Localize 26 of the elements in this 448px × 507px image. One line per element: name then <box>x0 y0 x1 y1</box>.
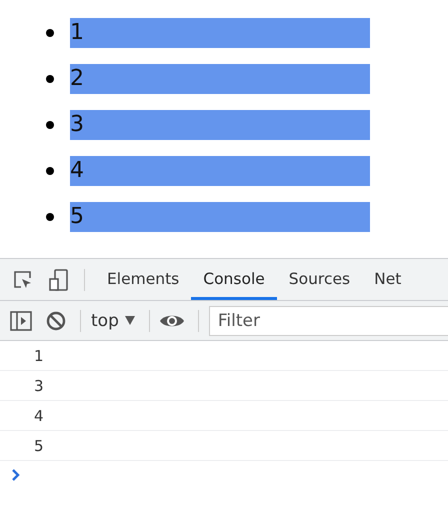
list-item: 4 <box>70 156 370 186</box>
bullet-icon <box>46 167 54 175</box>
sidebar-toggle-icon[interactable] <box>10 310 32 330</box>
console-message: 5 <box>34 436 44 454</box>
bullet-icon <box>46 121 54 129</box>
bullet-icon <box>46 213 54 221</box>
tab[interactable]: Elements <box>95 259 192 300</box>
console-message: 4 <box>34 406 44 424</box>
filter-field[interactable]: Filter <box>208 306 448 336</box>
console-message: 3 <box>34 376 44 394</box>
clear-console-icon[interactable] <box>46 310 66 330</box>
prompt-chevron-icon <box>12 469 20 481</box>
list-item: 2 <box>70 64 370 94</box>
bullet-icon <box>46 29 54 37</box>
device-icon[interactable] <box>48 268 70 292</box>
context-dropdown[interactable]: top <box>91 310 135 330</box>
tab[interactable]: Console <box>191 259 277 300</box>
list-item: 1 <box>70 18 370 48</box>
tab[interactable]: Net <box>362 259 414 300</box>
list-item: 3 <box>70 110 370 140</box>
bullet-icon <box>46 75 54 83</box>
inspect-icon[interactable] <box>12 268 34 290</box>
tab[interactable]: Sources <box>276 259 362 300</box>
console-message: 1 <box>34 346 44 364</box>
caret-icon <box>124 316 135 325</box>
list-item: 5 <box>70 202 370 232</box>
